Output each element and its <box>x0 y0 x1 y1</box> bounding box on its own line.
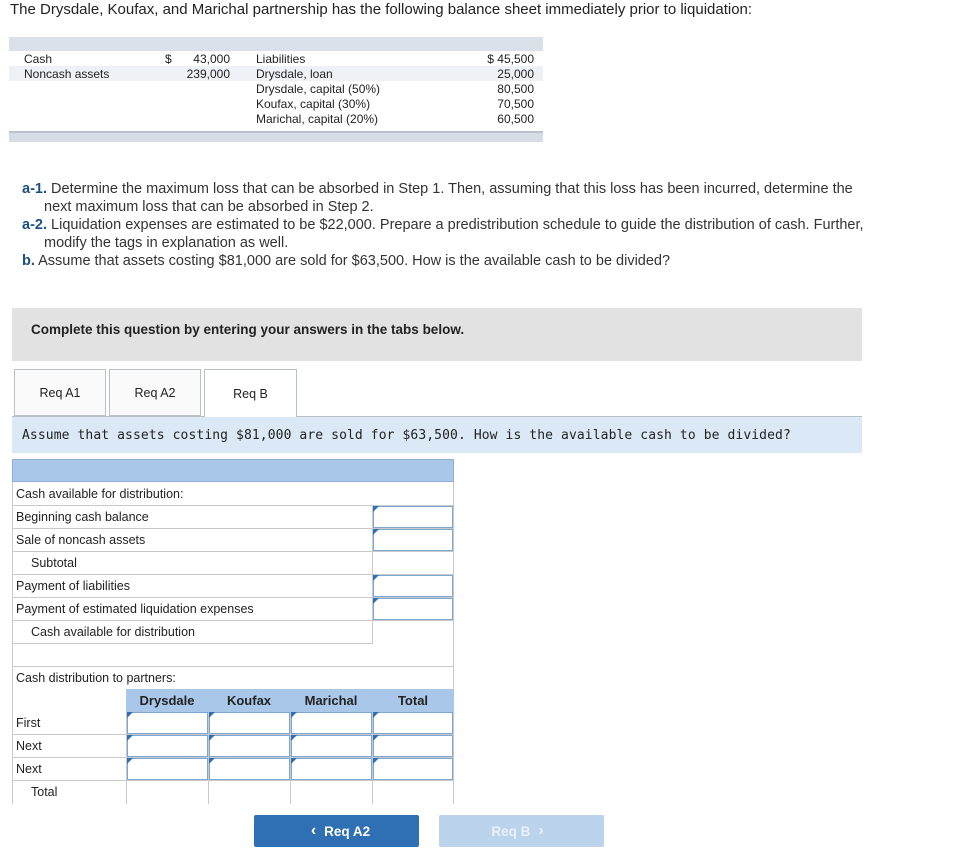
payment-liabilities-input[interactable] <box>373 575 453 597</box>
chevron-right-icon: › <box>538 822 544 839</box>
question-b-tag: b. <box>22 253 35 269</box>
column-header-koufax: Koufax <box>226 693 272 708</box>
problem-intro: The Drysdale, Koufax, and Marichal partn… <box>10 1 753 18</box>
liability-value: $ 45,500 <box>487 52 534 66</box>
table-header <box>12 459 454 482</box>
column-header-total: Total <box>397 693 429 708</box>
next-req-label: Req B <box>491 823 531 839</box>
question-a1-continuation: next maximum loss that can be absorbed i… <box>44 199 374 215</box>
next-req-button[interactable]: Req B › <box>439 815 604 847</box>
question-a2-text: Liquidation expenses are estimated to be… <box>51 217 864 233</box>
prev-req-button[interactable]: ‹ Req A2 <box>254 815 419 847</box>
liability-value: 80,500 <box>497 82 534 96</box>
asset-value-noncash: 239,000 <box>186 67 230 81</box>
next1-marichal-input[interactable] <box>291 735 372 757</box>
next2-total-input[interactable] <box>373 758 453 780</box>
next2-koufax-input[interactable] <box>209 758 290 780</box>
total-marichal-value <box>291 781 372 804</box>
tab-req-a1[interactable]: Req A1 <box>14 369 106 416</box>
tab-req-a1-label: Req A1 <box>39 385 81 400</box>
question-a1-tag: a-1. <box>22 181 47 197</box>
next2-drysdale-input[interactable] <box>127 758 208 780</box>
asset-label-cash: Cash <box>24 52 53 66</box>
distribution-row-label: Next <box>16 739 42 753</box>
question-b: b. Assume that assets costing $81,000 ar… <box>22 252 670 270</box>
question-a2: a-2. Liquidation expenses are estimated … <box>22 216 864 234</box>
beginning-cash-input[interactable] <box>373 506 453 528</box>
distribution-row-label: First <box>16 716 41 730</box>
question-a2-continuation: modify the tags in explanation as well. <box>44 235 289 251</box>
tab-req-a2-label: Req A2 <box>134 385 176 400</box>
instruction-text: Complete this question by entering your … <box>31 322 465 337</box>
chevron-left-icon: ‹ <box>310 822 317 839</box>
asset-label-noncash: Noncash assets <box>24 67 110 81</box>
liability-label: Drysdale, loan <box>256 67 333 81</box>
total-total-value <box>373 781 453 804</box>
spacer-row <box>12 644 454 667</box>
row-label: Subtotal <box>31 556 77 570</box>
question-a2-tag: a-2. <box>22 217 47 233</box>
row-label: Sale of noncash assets <box>16 533 146 547</box>
column-divider <box>453 712 454 804</box>
total-drysdale-value <box>127 781 208 804</box>
question-b-text: Assume that assets costing $81,000 are s… <box>38 253 671 269</box>
total-koufax-value <box>209 781 290 804</box>
cash-available-value <box>373 621 453 644</box>
first-marichal-input[interactable] <box>291 712 372 734</box>
sale-noncash-input[interactable] <box>373 529 453 551</box>
first-total-input[interactable] <box>373 712 453 734</box>
liability-value: 70,500 <box>497 97 534 111</box>
section-title-row: Cash distribution to partners: <box>12 667 454 690</box>
prev-req-label: Req A2 <box>324 823 371 839</box>
liability-label: Koufax, capital (30%) <box>256 97 371 111</box>
next2-marichal-input[interactable] <box>291 758 372 780</box>
row-label: Payment of liabilities <box>16 579 130 593</box>
subtotal-value <box>373 552 453 574</box>
column-header-marichal: Marichal <box>304 693 358 708</box>
balance-sheet-footer-bar <box>9 131 543 142</box>
asset-value-cash: 43,000 <box>193 52 230 66</box>
row-label: Payment of estimated liquidation expense… <box>16 602 254 616</box>
row-label: Cash available for distribution <box>31 625 195 639</box>
section-title-cash-available: Cash available for distribution: <box>16 487 184 501</box>
question-a1: a-1. Determine the maximum loss that can… <box>22 180 853 198</box>
balance-sheet-header-bar <box>9 37 543 51</box>
question-a1-text: Determine the maximum loss that can be a… <box>51 181 853 197</box>
liability-label: Marichal, capital (20%) <box>256 112 379 126</box>
row-label: Beginning cash balance <box>16 510 149 524</box>
next1-total-input[interactable] <box>373 735 453 757</box>
liability-value: 25,000 <box>497 67 534 81</box>
section-title-cash-distribution: Cash distribution to partners: <box>16 671 176 685</box>
asset-dollar-sign: $ <box>165 52 172 66</box>
liability-label: Liabilities <box>256 52 306 66</box>
liquidation-expenses-input[interactable] <box>373 598 453 620</box>
req-prompt-text: Assume that assets costing $81,000 are s… <box>22 428 791 443</box>
section-title-row: Cash available for distribution: <box>12 483 454 506</box>
column-header-drysdale: Drysdale <box>139 693 195 708</box>
tab-req-b[interactable]: Req B <box>204 369 297 417</box>
next1-drysdale-input[interactable] <box>127 735 208 757</box>
tab-req-b-label: Req B <box>233 386 268 401</box>
next1-koufax-input[interactable] <box>209 735 290 757</box>
distribution-row-label: Total <box>31 785 58 799</box>
tab-req-a2[interactable]: Req A2 <box>109 369 201 416</box>
first-koufax-input[interactable] <box>209 712 290 734</box>
distribution-row-label: Next <box>16 762 42 776</box>
liability-value: 60,500 <box>497 112 534 126</box>
distribution-column-header: Drysdale Koufax Marichal Total <box>126 689 454 712</box>
liability-label: Drysdale, capital (50%) <box>256 82 381 96</box>
first-drysdale-input[interactable] <box>127 712 208 734</box>
